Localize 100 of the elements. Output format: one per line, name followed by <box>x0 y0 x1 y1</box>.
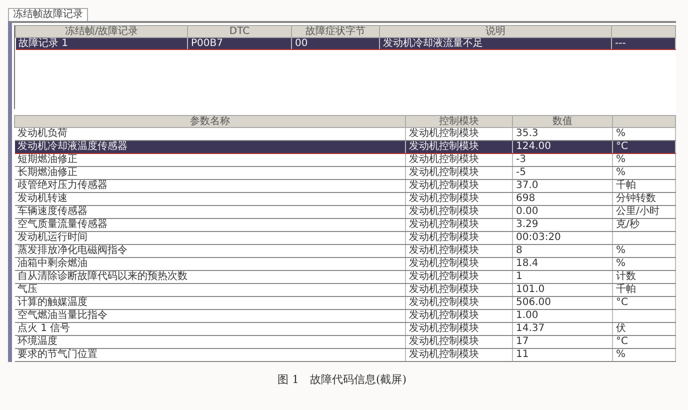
table-cell: 14.37 <box>512 322 612 336</box>
table-cell: 空气质量流量传感器 <box>14 218 406 232</box>
table-cell: 1 <box>512 270 612 284</box>
table-cell: % <box>612 166 676 180</box>
table-row[interactable]: 短期燃油修正 发动机控制模块 -3 % <box>14 154 676 166</box>
table-cell: 发动机控制模块 <box>406 166 512 180</box>
table-cell: % <box>612 258 676 270</box>
table-cell: 发动机控制模块 <box>406 140 512 154</box>
table-cell: 发动机控制模块 <box>406 192 512 206</box>
column-header: 故障症状字节 <box>292 26 380 38</box>
table-cell: -5 <box>512 166 612 180</box>
table-cell: 37.0 <box>512 180 612 192</box>
table-cell: 千帕 <box>612 180 676 192</box>
column-header: 参数名称 <box>14 116 406 128</box>
table-cell: -3 <box>512 154 612 166</box>
column-header: 说明 <box>380 26 612 38</box>
tab[interactable]: 冻结帧故障记录 <box>8 8 88 21</box>
table-cell <box>612 232 676 244</box>
table-cell: 克/秒 <box>612 218 676 232</box>
table-cell: 发动机控制模块 <box>406 258 512 270</box>
table-cell <box>612 310 676 322</box>
table-cell: °C <box>612 140 676 154</box>
table-cell: 17 <box>512 336 612 348</box>
table-cell: % <box>612 154 676 166</box>
column-header: 冻结帧/故障记录 <box>16 26 188 38</box>
column-header: DTC <box>188 26 292 38</box>
table-row[interactable]: 计算的触媒温度 发动机控制模块 506.00 °C <box>14 296 676 310</box>
table-cell: 故障记录 1 <box>16 38 188 50</box>
figure-caption: 图 1 故障代码信息(截屏) <box>276 372 408 387</box>
table-row[interactable]: 发动机运行时间 发动机控制模块 00:03:20 <box>14 232 676 244</box>
table-row[interactable]: 发动机冷却液温度传感器 发动机控制模块 124.00 °C <box>14 140 676 154</box>
table-row[interactable]: 蒸发排放净化电磁阀指令 发动机控制模块 8 % <box>14 244 676 258</box>
table-cell: 短期燃油修正 <box>14 154 406 166</box>
table-cell: 车辆速度传感器 <box>14 206 406 218</box>
table-cell: 发动机控制模块 <box>406 270 512 284</box>
table-row[interactable]: 歧管绝对压力传感器 发动机控制模块 37.0 千帕 <box>14 180 676 192</box>
table-row[interactable]: 车辆速度传感器 发动机控制模块 0.00 公里/小时 <box>14 206 676 218</box>
table-row[interactable]: 长期燃油修正 发动机控制模块 -5 % <box>14 166 676 180</box>
table-cell: 油箱中剩余燃油 <box>14 258 406 270</box>
table-cell: 公里/小时 <box>612 206 676 218</box>
table-cell: 124.00 <box>512 140 612 154</box>
table-cell: % <box>612 244 676 258</box>
table-cell: 发动机冷却液温度传感器 <box>14 140 406 154</box>
column-header <box>612 116 676 128</box>
table-cell: 00 <box>292 38 380 50</box>
table-cell: 00:03:20 <box>512 232 612 244</box>
table-cell: 506.00 <box>512 296 612 310</box>
column-header <box>612 26 676 38</box>
table-cell: 千帕 <box>612 284 676 296</box>
table-row[interactable]: 自从清除诊断故障代码以来的预热次数 发动机控制模块 1 计数 <box>14 270 676 284</box>
table-cell: 0.00 <box>512 206 612 218</box>
table-row[interactable]: 油箱中剩余燃油 发动机控制模块 18.4 % <box>14 258 676 270</box>
table-row[interactable]: 环境温度 发动机控制模块 17 °C <box>14 336 676 348</box>
column-header: 控制模块 <box>406 116 512 128</box>
table-cell: 歧管绝对压力传感器 <box>14 180 406 192</box>
table-cell: 计算的触媒温度 <box>14 296 406 310</box>
column-header: 数值 <box>512 116 612 128</box>
table-cell: 发动机控制模块 <box>406 348 512 362</box>
table-cell: 发动机冷却液流量不足 <box>380 38 612 50</box>
table-cell: 发动机控制模块 <box>406 336 512 348</box>
table-cell: 发动机运行时间 <box>14 232 406 244</box>
table-cell: --- <box>612 38 676 50</box>
table-cell: 长期燃油修正 <box>14 166 406 180</box>
table-cell: 计数 <box>612 270 676 284</box>
table-cell: P00B7 <box>188 38 292 50</box>
table-cell: 发动机控制模块 <box>406 284 512 296</box>
table-cell: 18.4 <box>512 258 612 270</box>
table-row[interactable]: 空气质量流量传感器 发动机控制模块 3.29 克/秒 <box>14 218 676 232</box>
table-cell: 11 <box>512 348 612 362</box>
table-cell: °C <box>612 296 676 310</box>
table-cell: 发动机控制模块 <box>406 244 512 258</box>
table-cell: % <box>612 348 676 362</box>
table-cell: 发动机控制模块 <box>406 296 512 310</box>
table-cell: 蒸发排放净化电磁阀指令 <box>14 244 406 258</box>
table-cell: 发动机控制模块 <box>406 180 512 192</box>
table-cell: 发动机控制模块 <box>406 218 512 232</box>
table-cell: 发动机控制模块 <box>406 322 512 336</box>
table-row[interactable]: 点火 1 信号 发动机控制模块 14.37 伏 <box>14 322 676 336</box>
table-cell: 发动机控制模块 <box>406 154 512 166</box>
table-row[interactable]: 发动机转速 发动机控制模块 698 分钟转数 <box>14 192 676 206</box>
table-cell: 要求的节气门位置 <box>14 348 406 362</box>
table-cell: 空气燃油当量比指令 <box>14 310 406 322</box>
table-cell: 3.29 <box>512 218 612 232</box>
table-cell: 分钟转数 <box>612 192 676 206</box>
table-cell: 自从清除诊断故障代码以来的预热次数 <box>14 270 406 284</box>
table-row[interactable]: 空气燃油当量比指令 发动机控制模块 1.00 <box>14 310 676 322</box>
table-row[interactable]: 气压 发动机控制模块 101.0 千帕 <box>14 284 676 296</box>
table-row[interactable]: 故障记录 1 P00B7 00 发动机冷却液流量不足 --- <box>16 38 676 50</box>
table-cell: 101.0 <box>512 284 612 296</box>
table-cell: 发动机控制模块 <box>406 232 512 244</box>
table-row[interactable]: 要求的节气门位置 发动机控制模块 11 % <box>14 348 676 362</box>
table-cell: 发动机控制模块 <box>406 206 512 218</box>
table-cell: 698 <box>512 192 612 206</box>
table-cell: °C <box>612 336 676 348</box>
table-cell: 环境温度 <box>14 336 406 348</box>
table-cell: 1.00 <box>512 310 612 322</box>
table-cell: 气压 <box>14 284 406 296</box>
table-cell: 发动机转速 <box>14 192 406 206</box>
table-cell: 发动机控制模块 <box>406 310 512 322</box>
table-cell: 伏 <box>612 322 676 336</box>
